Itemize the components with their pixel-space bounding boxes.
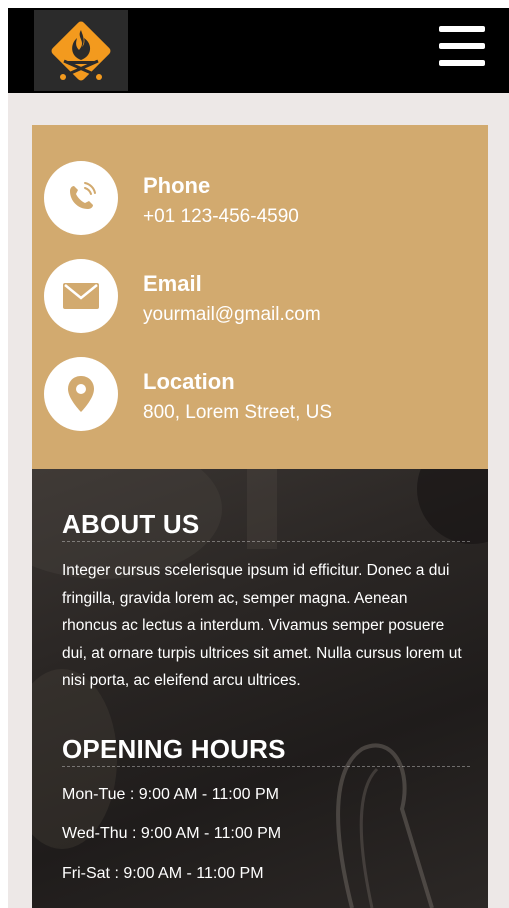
about-hours-panel: ABOUT US Integer cursus scelerisque ipsu… bbox=[32, 469, 488, 908]
header-bar bbox=[8, 8, 509, 93]
map-pin-icon bbox=[68, 376, 94, 412]
contact-title: Email bbox=[143, 271, 202, 296]
hours-title: OPENING HOURS bbox=[62, 734, 286, 764]
contact-item-phone: Phone +01 123-456-4590 bbox=[44, 161, 474, 241]
hours-divider bbox=[62, 766, 470, 767]
phone-icon-circle bbox=[44, 161, 118, 235]
contact-title: Phone bbox=[143, 173, 211, 198]
about-title: ABOUT US bbox=[62, 509, 200, 539]
email-address[interactable]: yourmail@gmail.com bbox=[143, 304, 321, 326]
phone-number[interactable]: +01 123-456-4590 bbox=[143, 206, 299, 228]
page: Phone +01 123-456-4590 Email yourmail@gm… bbox=[0, 0, 509, 908]
about-divider bbox=[62, 541, 470, 542]
about-text: Integer cursus scelerisque ipsum id effi… bbox=[62, 562, 462, 689]
site-logo[interactable] bbox=[34, 10, 128, 91]
envelope-icon bbox=[63, 283, 99, 309]
hamburger-menu-button[interactable] bbox=[439, 26, 485, 66]
location-address: 800, Lorem Street, US bbox=[143, 402, 333, 423]
hamburger-menu-icon bbox=[439, 60, 485, 66]
hours-item: Mon-Tue : 9:00 AM - 11:00 PM bbox=[62, 786, 279, 803]
contact-title: Location bbox=[143, 369, 235, 394]
hamburger-menu-icon bbox=[439, 26, 485, 32]
contact-info-panel: Phone +01 123-456-4590 Email yourmail@gm… bbox=[32, 125, 488, 469]
hours-item: Wed-Thu : 9:00 AM - 11:00 PM bbox=[62, 825, 282, 842]
location-icon-circle bbox=[44, 357, 118, 431]
phone-icon bbox=[70, 182, 96, 209]
email-icon-circle bbox=[44, 259, 118, 333]
contact-item-location: Location 800, Lorem Street, US bbox=[44, 357, 474, 437]
grill-flame-logo-icon bbox=[51, 21, 111, 80]
hamburger-menu-icon bbox=[439, 43, 485, 49]
hours-item: Fri-Sat : 9:00 AM - 11:00 PM bbox=[62, 865, 264, 882]
contact-item-email: Email yourmail@gmail.com bbox=[44, 259, 474, 339]
